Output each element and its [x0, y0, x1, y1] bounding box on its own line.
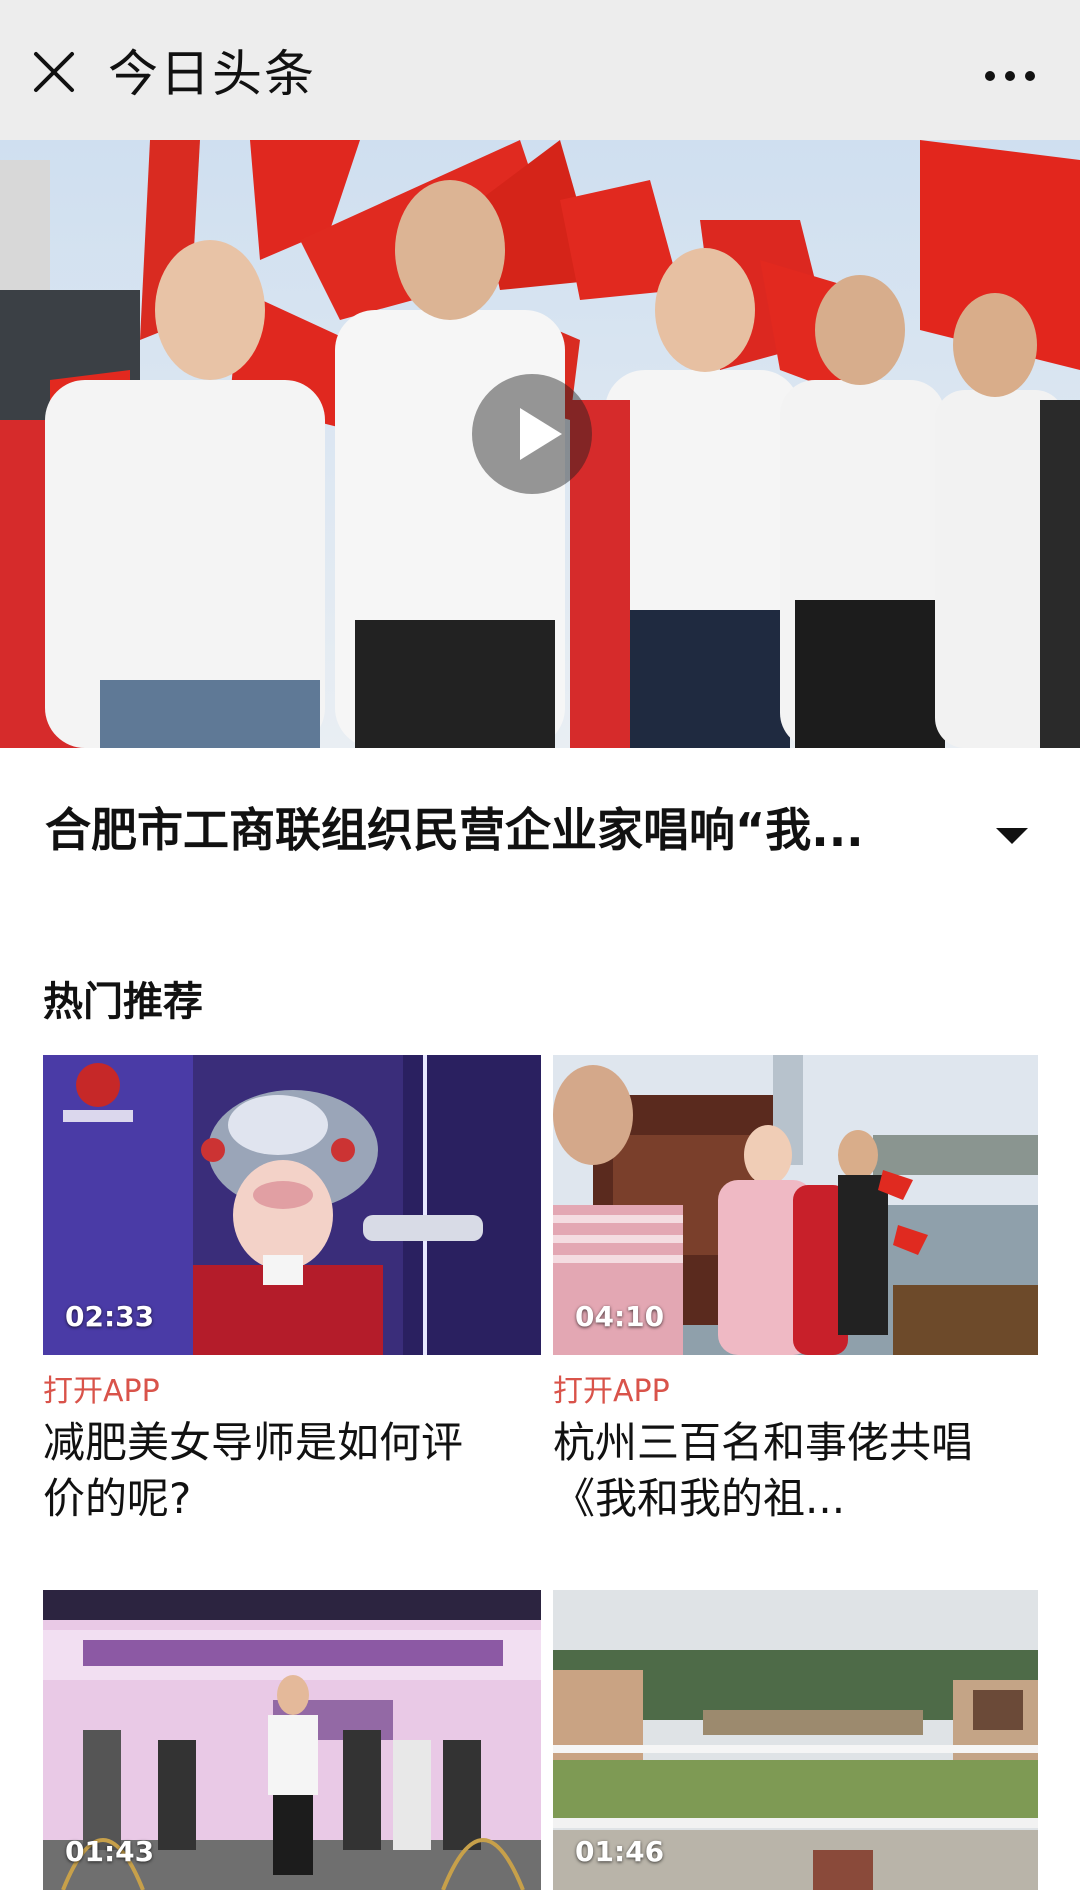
close-icon[interactable] — [28, 46, 80, 98]
open-app-link[interactable]: 打开APP — [43, 1373, 541, 1411]
video-duration: 01:46 — [575, 1835, 665, 1868]
video-card[interactable]: 01:46 — [553, 1590, 1038, 1890]
top-nav-bar: 今日头条 — [0, 0, 1080, 140]
more-dots-icon[interactable] — [980, 50, 1040, 102]
card-title[interactable]: 杭州三百名和事佬共唱《我和我的祖... — [553, 1415, 993, 1527]
video-thumbnail: 04:10 — [553, 1055, 1038, 1355]
hero-video[interactable] — [0, 140, 1080, 748]
triangle-down-icon[interactable] — [992, 820, 1032, 850]
video-thumbnail: 01:43 — [43, 1590, 541, 1890]
play-icon[interactable] — [470, 372, 594, 496]
video-thumbnail: 02:33 — [43, 1055, 541, 1355]
video-card[interactable]: 04:10 打开APP 杭州三百名和事佬共唱《我和我的祖... — [553, 1055, 1038, 1527]
video-duration: 02:33 — [65, 1300, 155, 1333]
video-card[interactable]: 01:43 — [43, 1590, 541, 1890]
section-title: 热门推荐 — [43, 979, 203, 1025]
video-card[interactable]: 02:33 打开APP 减肥美女导师是如何评价的呢? — [43, 1055, 541, 1527]
page-title: 今日头条 — [108, 45, 316, 103]
video-duration: 01:43 — [65, 1835, 155, 1868]
article-title: 合肥市工商联组织民营企业家唱响“我... — [45, 803, 864, 857]
open-app-link[interactable]: 打开APP — [553, 1373, 1038, 1411]
video-thumbnail: 01:46 — [553, 1590, 1038, 1890]
video-duration: 04:10 — [575, 1300, 665, 1333]
card-title[interactable]: 减肥美女导师是如何评价的呢? — [43, 1415, 503, 1527]
